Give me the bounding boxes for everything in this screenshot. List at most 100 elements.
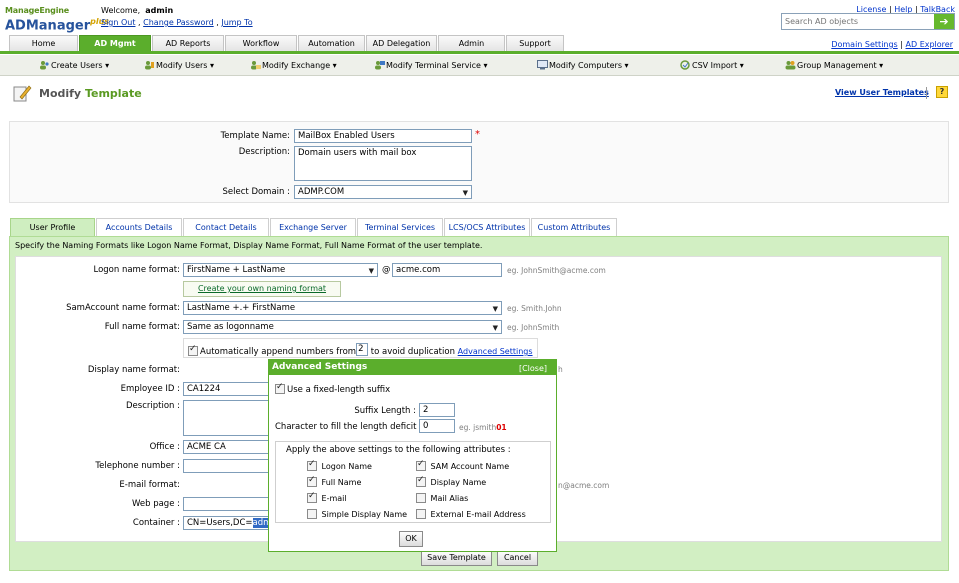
attr-checkbox[interactable] [416, 493, 426, 503]
required-mark: * [475, 129, 480, 140]
apply-attributes-box: Apply the above settings to the followin… [275, 441, 551, 523]
attr-checkbox[interactable] [307, 491, 317, 503]
attr-checkbox[interactable] [416, 459, 426, 471]
welcome-text: Welcome, admin [101, 6, 174, 15]
subtab-custom-attributes[interactable]: Custom Attributes [531, 218, 617, 237]
telephone-number-input[interactable] [183, 459, 273, 473]
tab-home[interactable]: Home [9, 35, 78, 52]
tab-ad-reports[interactable]: AD Reports [152, 35, 224, 52]
subtab-accounts-details[interactable]: Accounts Details [96, 218, 182, 237]
samaccount-name-format-select[interactable]: LastName +.+ FirstName ▼ [183, 301, 502, 315]
template-name-input[interactable]: MailBox Enabled Users [294, 129, 472, 143]
samaccount-name-format-label: SamAccount name format: [66, 303, 180, 313]
attr-checkbox[interactable] [307, 459, 317, 471]
employee-id-input[interactable]: CA1224 [183, 382, 273, 396]
attr-simple-display-name[interactable]: Simple Display Name [307, 509, 407, 519]
suffix-length-label: Suffix Length : [354, 406, 416, 416]
menu-create-users[interactable]: Create Users ▾ [39, 60, 109, 70]
menu-modify-users[interactable]: Modify Users ▾ [144, 60, 214, 70]
display-name-hint: h [558, 365, 563, 374]
top-links: Sign Out , Change Password , Jump To [101, 18, 253, 27]
full-name-format-select[interactable]: Same as logonname ▼ [183, 320, 502, 334]
description-field-input[interactable] [183, 400, 273, 436]
tab-ad-delegation[interactable]: AD Delegation [366, 35, 437, 52]
view-user-templates-link[interactable]: View User Templates [835, 88, 929, 97]
create-naming-format-button[interactable]: Create your own naming format [183, 281, 341, 297]
menu-group-management[interactable]: Group Management ▾ [785, 60, 883, 70]
jump-to-link[interactable]: Jump To [221, 18, 252, 27]
fill-char-label: Character to fill the length deficit : [275, 422, 423, 432]
save-template-button[interactable]: Save Template [421, 550, 492, 566]
email-hint: n@acme.com [558, 481, 610, 490]
attr-sam-account-name[interactable]: SAM Account Name [416, 459, 509, 471]
attr-external-email-address[interactable]: External E-mail Address [416, 509, 526, 519]
exchange-icon [251, 61, 261, 70]
template-description-input[interactable]: Domain users with mail box [294, 146, 472, 181]
menu-modify-exchange[interactable]: Modify Exchange ▾ [250, 60, 337, 70]
subtab-user-profile[interactable]: User Profile [10, 218, 95, 237]
apply-attributes-label: Apply the above settings to the followin… [286, 445, 511, 455]
search-input[interactable] [782, 14, 934, 29]
cancel-button[interactable]: Cancel [497, 550, 538, 566]
users-edit-icon [145, 61, 154, 70]
menu-csv-import[interactable]: CSV Import ▾ [680, 60, 744, 70]
menu-modify-computers[interactable]: Modify Computers ▾ [537, 60, 629, 70]
subtab-contact-details[interactable]: Contact Details [183, 218, 269, 237]
suffix-length-input[interactable]: 2 [419, 403, 455, 417]
append-start-input[interactable]: 2 [356, 343, 369, 356]
admanager-logo: ManageEngine ADManagerplus [5, 6, 109, 32]
attr-display-name[interactable]: Display Name [416, 475, 486, 487]
logon-domain-input[interactable]: acme.com [392, 263, 502, 277]
tab-ad-mgmt[interactable]: AD Mgmt [79, 35, 151, 52]
web-page-input[interactable] [183, 497, 273, 511]
attr-checkbox[interactable] [416, 475, 426, 487]
tab-automation[interactable]: Automation [298, 35, 365, 52]
advanced-settings-link[interactable]: Advanced Settings [458, 347, 533, 356]
submenu-bar: Create Users ▾ Modify Users ▾ Modify Exc… [0, 55, 959, 76]
help-icon[interactable]: ? [936, 86, 948, 98]
change-password-link[interactable]: Change Password [143, 18, 214, 27]
tab-workflow[interactable]: Workflow [225, 35, 297, 52]
attr-logon-name[interactable]: Logon Name [307, 459, 372, 471]
telephone-number-label: Telephone number : [95, 461, 180, 471]
logon-name-format-select[interactable]: FirstName + LastName ▼ [183, 263, 378, 277]
subtab-exchange-server[interactable]: Exchange Server [270, 218, 356, 237]
container-input[interactable]: CN=Users,DC=adm [183, 516, 273, 530]
menu-modify-terminal-service[interactable]: Modify Terminal Service ▾ [374, 60, 488, 70]
terminal-user-icon [375, 61, 385, 70]
container-label: Container : [132, 518, 180, 528]
chevron-down-icon: ▼ [462, 189, 468, 197]
attr-mail-alias[interactable]: Mail Alias [416, 493, 468, 503]
subtab-lcs-ocs-attributes[interactable]: LCS/OCS Attributes [444, 218, 530, 237]
attr-full-name[interactable]: Full Name [307, 475, 361, 487]
domain-settings-link[interactable]: Domain Settings [831, 40, 897, 49]
employee-id-label: Employee ID : [120, 384, 180, 394]
tab-support[interactable]: Support [506, 35, 564, 52]
ok-button[interactable]: OK [399, 531, 423, 547]
fixed-suffix-checkbox[interactable] [275, 382, 285, 394]
panel-description: Specify the Naming Formats like Logon Na… [15, 241, 483, 250]
append-numbers-row: Automatically append numbers from2 to av… [188, 343, 533, 357]
attr-checkbox[interactable] [307, 509, 317, 519]
attr-checkbox[interactable] [416, 509, 426, 519]
modify-template-icon [13, 85, 32, 102]
create-naming-format-link[interactable]: Create your own naming format [198, 284, 326, 293]
search-box: ➔ [781, 13, 955, 30]
close-button[interactable]: [Close] [519, 361, 547, 376]
sign-out-link[interactable]: Sign Out [101, 18, 136, 27]
attr-checkbox[interactable] [307, 475, 317, 487]
domain-select[interactable]: ADMP.COM ▼ [294, 185, 472, 199]
append-numbers-checkbox[interactable] [188, 344, 198, 356]
full-name-hint: eg. JohnSmith [507, 323, 560, 332]
computer-icon [537, 60, 548, 70]
attr-email[interactable]: E-mail [307, 491, 347, 503]
search-go-icon[interactable]: ➔ [934, 14, 954, 29]
tab-admin[interactable]: Admin [438, 35, 505, 52]
full-name-format-label: Full name format: [104, 322, 180, 332]
subtab-terminal-services[interactable]: Terminal Services [357, 218, 443, 237]
page-title: Modify Template [39, 87, 142, 100]
ad-explorer-link[interactable]: AD Explorer [906, 40, 953, 49]
office-input[interactable]: ACME CA [183, 440, 273, 454]
fill-char-input[interactable]: 0 [419, 419, 455, 433]
logon-name-format-label: Logon name format: [93, 265, 180, 275]
